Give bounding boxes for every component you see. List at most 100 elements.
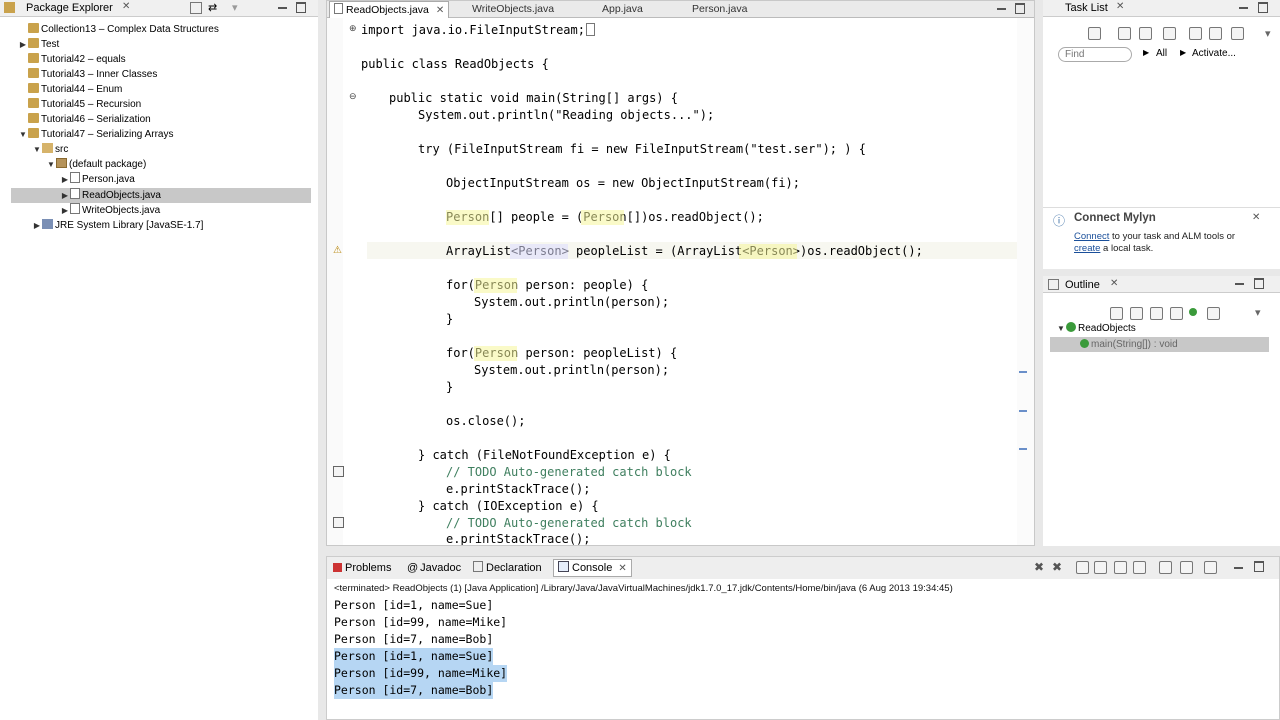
overview-marker[interactable] bbox=[1019, 410, 1027, 412]
tree-item-src[interactable]: ▼ src bbox=[32, 142, 68, 157]
categorized-icon[interactable] bbox=[1118, 27, 1131, 40]
pin-console-icon[interactable] bbox=[1159, 561, 1172, 574]
outline-item-main[interactable]: main(String[]) : void bbox=[1050, 337, 1269, 352]
task-marker-icon[interactable] bbox=[333, 466, 344, 477]
minimize-icon[interactable] bbox=[278, 7, 287, 9]
maximize-icon[interactable] bbox=[296, 2, 306, 13]
hide-local-types-icon[interactable] bbox=[1207, 307, 1220, 320]
tree-item-tutorial42[interactable]: Tutorial42 – equals bbox=[18, 52, 126, 67]
tab-console[interactable]: Console ✕ bbox=[553, 559, 632, 577]
maximize-icon[interactable] bbox=[1015, 3, 1025, 14]
tab-javadoc[interactable]: @ Javadoc bbox=[407, 560, 461, 576]
code-line-10: System.out.println(person); bbox=[474, 295, 670, 309]
close-icon[interactable]: ✕ bbox=[1110, 278, 1118, 289]
open-console-icon[interactable] bbox=[1204, 561, 1217, 574]
close-icon[interactable]: ✕ bbox=[618, 563, 626, 574]
hide-completed-icon[interactable] bbox=[1189, 27, 1202, 40]
tree-item-tutorial47[interactable]: ▼ Tutorial47 – Serializing Arrays bbox=[18, 127, 173, 142]
tree-item-tutorial43[interactable]: Tutorial43 – Inner Classes bbox=[18, 67, 157, 82]
fold-minus-icon[interactable]: ⊖ bbox=[349, 91, 357, 102]
activate-task[interactable]: Activate... bbox=[1192, 48, 1236, 59]
hide-nonpublic-icon[interactable] bbox=[1189, 308, 1197, 316]
link-editor-icon[interactable]: ⇄ bbox=[208, 1, 217, 14]
tree-item-collection13[interactable]: Collection13 – Complex Data Structures bbox=[18, 22, 219, 37]
close-icon[interactable]: ✕ bbox=[1252, 212, 1260, 223]
tab-writeobjects[interactable]: WriteObjects.java bbox=[472, 1, 554, 17]
view-menu-icon[interactable]: ▾ bbox=[1255, 306, 1261, 319]
tab-declaration[interactable]: Declaration bbox=[473, 560, 542, 576]
task-list-title[interactable]: Task List bbox=[1065, 0, 1108, 16]
collapse-all-icon[interactable] bbox=[1110, 307, 1123, 320]
tab-problems[interactable]: Problems bbox=[333, 560, 391, 576]
close-icon[interactable]: ✕ bbox=[436, 5, 444, 16]
problems-icon bbox=[333, 563, 342, 572]
collapse-all-icon[interactable] bbox=[190, 2, 202, 14]
view-menu-icon[interactable]: ▾ bbox=[232, 1, 238, 14]
code-editor[interactable]: ReadObjects.java ✕ WriteObjects.java App… bbox=[326, 0, 1035, 546]
expand-all-icon[interactable] bbox=[1231, 27, 1244, 40]
collapse-all-icon[interactable] bbox=[1209, 27, 1222, 40]
terminate-icon[interactable]: ✖ bbox=[1034, 560, 1044, 574]
expand-arrow-icon[interactable]: ▶ bbox=[32, 218, 42, 233]
tree-item-writeobjects-java[interactable]: ▶ WriteObjects.java bbox=[60, 203, 160, 218]
expand-arrow-icon[interactable]: ▶ bbox=[18, 37, 28, 52]
display-console-icon[interactable] bbox=[1180, 561, 1193, 574]
new-task-icon[interactable] bbox=[1088, 27, 1101, 40]
tree-item-label: (default package) bbox=[69, 159, 147, 170]
close-icon[interactable]: ✕ bbox=[122, 1, 130, 12]
warning-icon[interactable]: ⚠ bbox=[333, 245, 342, 256]
minimize-icon[interactable] bbox=[1239, 7, 1248, 9]
view-menu-icon[interactable]: ▾ bbox=[1265, 27, 1271, 40]
word-wrap-icon[interactable] bbox=[1114, 561, 1127, 574]
close-icon[interactable]: ✕ bbox=[1116, 1, 1124, 12]
maximize-icon[interactable] bbox=[1258, 2, 1268, 13]
expand-arrow-icon[interactable]: ▶ bbox=[60, 188, 70, 203]
tree-item-tutorial44[interactable]: Tutorial44 – Enum bbox=[18, 82, 122, 97]
tree-item-test[interactable]: ▶ Test bbox=[18, 37, 59, 52]
tree-item-jre-library[interactable]: ▶ JRE System Library [JavaSE-1.7] bbox=[32, 218, 203, 233]
minimize-icon[interactable] bbox=[1234, 567, 1243, 569]
hide-static-icon[interactable] bbox=[1170, 307, 1183, 320]
outline-item-readobjects[interactable]: ▼ ReadObjects bbox=[1056, 321, 1136, 336]
show-on-output-icon[interactable] bbox=[1133, 561, 1146, 574]
all-dropdown-arrow-icon[interactable]: ▶ bbox=[1143, 48, 1149, 57]
sort-icon[interactable] bbox=[1130, 307, 1143, 320]
tree-item-default-package[interactable]: ▼ (default package) bbox=[46, 157, 146, 172]
scheduled-icon[interactable] bbox=[1139, 27, 1152, 40]
project-icon bbox=[28, 83, 39, 93]
hide-fields-icon[interactable] bbox=[1150, 307, 1163, 320]
maximize-icon[interactable] bbox=[1254, 278, 1264, 289]
tab-person[interactable]: Person.java bbox=[692, 1, 747, 17]
tab-readobjects[interactable]: ReadObjects.java ✕ bbox=[329, 1, 450, 18]
sync-icon[interactable] bbox=[1163, 27, 1176, 40]
expand-arrow-icon[interactable]: ▶ bbox=[60, 172, 70, 187]
tab-app[interactable]: App.java bbox=[602, 1, 643, 17]
task-marker-icon[interactable] bbox=[333, 517, 344, 528]
create-link[interactable]: create bbox=[1074, 243, 1100, 254]
remove-launches-icon[interactable]: ✖ bbox=[1052, 560, 1062, 574]
package-explorer-title[interactable]: Package Explorer bbox=[26, 0, 113, 16]
scroll-lock-icon[interactable] bbox=[1094, 561, 1107, 574]
collapse-arrow-icon[interactable]: ▼ bbox=[32, 142, 42, 157]
tree-item-person-java[interactable]: ▶ Person.java bbox=[60, 172, 135, 187]
minimize-icon[interactable] bbox=[1235, 283, 1244, 285]
tree-item-tutorial45[interactable]: Tutorial45 – Recursion bbox=[18, 97, 141, 112]
tree-item-tutorial46[interactable]: Tutorial46 – Serialization bbox=[18, 112, 151, 127]
expand-arrow-icon[interactable]: ▶ bbox=[60, 203, 70, 218]
maximize-icon[interactable] bbox=[1254, 561, 1264, 572]
collapse-arrow-icon[interactable]: ▼ bbox=[18, 127, 28, 142]
activate-dropdown-arrow-icon[interactable]: ▶ bbox=[1180, 48, 1186, 57]
outline-title[interactable]: Outline bbox=[1065, 277, 1100, 293]
minimize-icon[interactable] bbox=[997, 8, 1006, 10]
collapse-arrow-icon[interactable]: ▼ bbox=[46, 157, 56, 172]
fold-plus-icon[interactable]: ⊕ bbox=[349, 23, 357, 34]
source-folder-icon bbox=[42, 143, 53, 153]
connect-link[interactable]: Connect bbox=[1074, 231, 1109, 242]
all-filter[interactable]: All bbox=[1156, 48, 1167, 59]
overview-marker[interactable] bbox=[1019, 448, 1027, 450]
collapse-arrow-icon[interactable]: ▼ bbox=[1056, 321, 1066, 336]
clear-console-icon[interactable] bbox=[1076, 561, 1089, 574]
overview-marker[interactable] bbox=[1019, 371, 1027, 373]
tree-item-readobjects-java[interactable]: ▶ ReadObjects.java bbox=[11, 188, 311, 203]
find-input[interactable] bbox=[1058, 47, 1132, 62]
